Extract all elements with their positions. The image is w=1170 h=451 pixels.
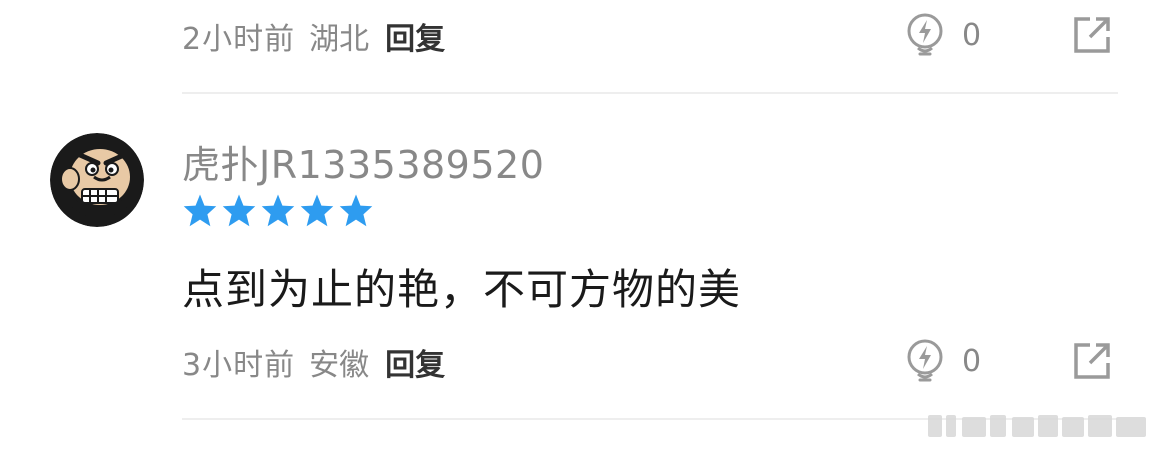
like-bulb-icon bbox=[907, 339, 943, 382]
star-icon bbox=[300, 194, 334, 227]
star-icon bbox=[222, 194, 256, 227]
comment-1-meta: 2小时前 湖北 回复 bbox=[182, 14, 445, 58]
comment-1-location: 湖北 bbox=[309, 22, 370, 57]
comment-1-like-button[interactable]: 0 bbox=[904, 12, 981, 58]
username[interactable]: 虎扑JR1335389520 bbox=[182, 134, 544, 189]
star-icon bbox=[261, 194, 295, 227]
avatar[interactable] bbox=[50, 133, 144, 227]
comment-text: 点到为止的艳，不可方物的美 bbox=[182, 265, 742, 314]
comment-2-like-count: 0 bbox=[962, 343, 982, 379]
comment-1-share-icon[interactable] bbox=[1072, 15, 1112, 55]
comment-1-like-count: 0 bbox=[962, 17, 982, 53]
comment-2-location: 安徽 bbox=[309, 348, 370, 383]
cartoon-face-avatar bbox=[50, 133, 144, 227]
comment-2-time: 3小时前 bbox=[182, 348, 296, 383]
star-icon bbox=[339, 194, 373, 227]
comment-1-time: 2小时前 bbox=[182, 22, 296, 57]
comment-2-like-button[interactable]: 0 bbox=[904, 338, 981, 384]
comment-2-share-icon[interactable] bbox=[1072, 341, 1112, 381]
divider bbox=[182, 92, 1118, 94]
star-icon bbox=[183, 194, 217, 227]
like-bulb-icon bbox=[907, 13, 943, 56]
comment-2-meta: 3小时前 安徽 回复 bbox=[182, 340, 445, 384]
rating-stars bbox=[182, 193, 374, 227]
comment-1-reply-button[interactable]: 回复 bbox=[385, 14, 445, 58]
comment-2-reply-button[interactable]: 回复 bbox=[385, 340, 445, 384]
watermark bbox=[928, 413, 1148, 439]
